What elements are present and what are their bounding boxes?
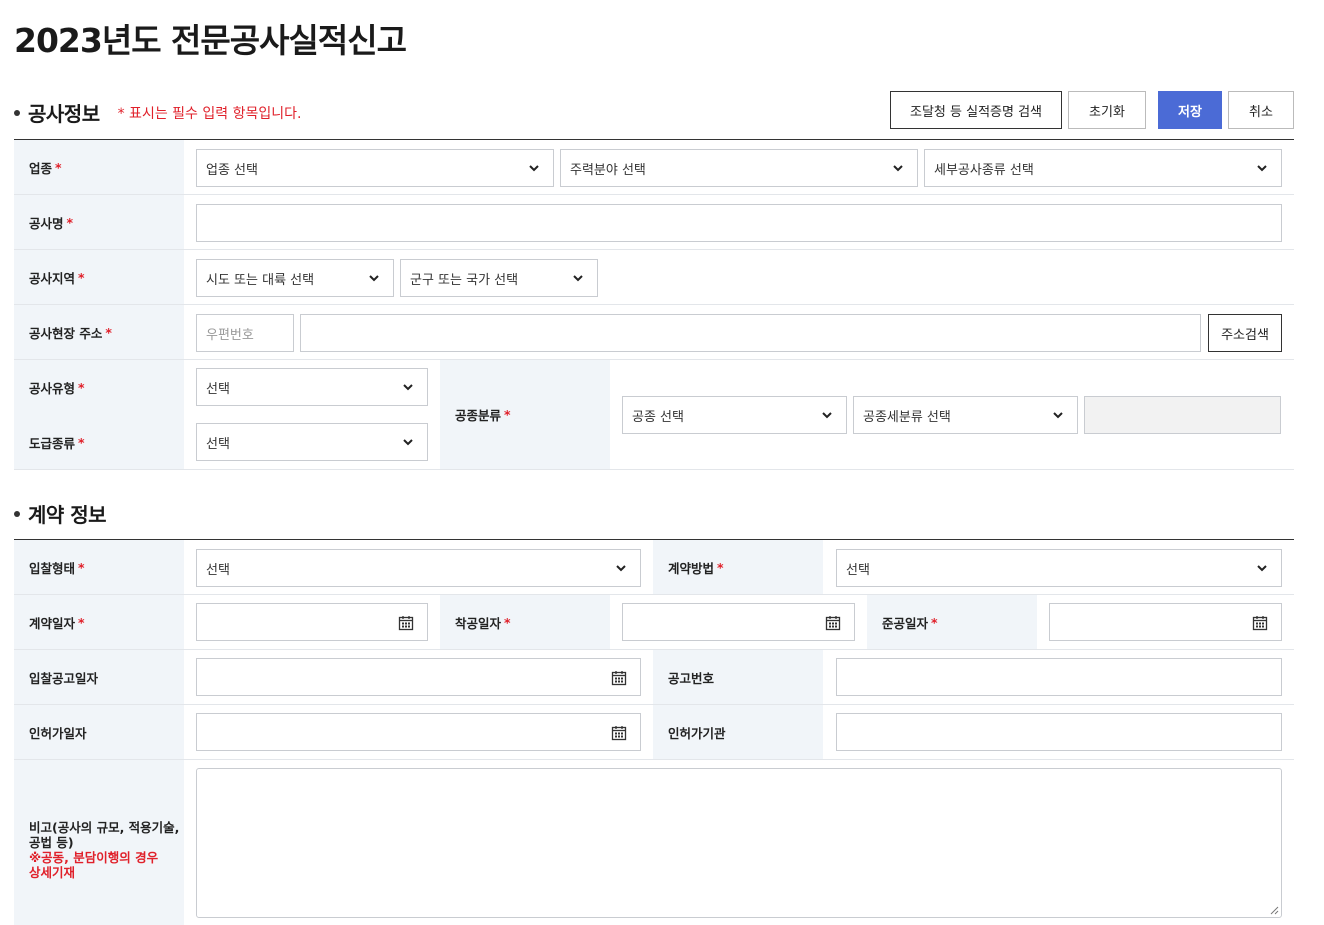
region-label: 공사지역 * xyxy=(14,250,184,304)
required-note: * 표시는 필수 입력 항목입니다. xyxy=(117,105,302,122)
bullet-icon xyxy=(14,510,20,517)
start-date-input[interactable] xyxy=(622,603,855,641)
industry-label: 업종 * xyxy=(14,140,184,194)
project-type-select[interactable]: 선택 xyxy=(196,368,428,406)
section-title: 계약 정보 xyxy=(28,503,107,527)
chevron-down-icon xyxy=(529,165,539,172)
chevron-down-icon xyxy=(616,565,626,572)
project-name-label: 공사명 * xyxy=(14,195,184,249)
end-date-label: 준공일자 * xyxy=(867,595,1037,649)
form-row-industry: 업종 * 업종 선택 주력분야 선택 세부공사종류 선택 xyxy=(14,140,1294,195)
performance-search-button[interactable]: 조달청 등 실적증명 검색 xyxy=(890,91,1062,129)
main-field-select[interactable]: 주력분야 선택 xyxy=(560,149,918,187)
form-row-notice: 입찰공고일자 공고번호 xyxy=(14,650,1294,705)
form-row-dates: 계약일자 * 착공일자 * 준공일자 * xyxy=(14,595,1294,650)
form-row-region: 공사지역 * 시도 또는 대륙 선택 군구 또는 국가 선택 xyxy=(14,250,1294,305)
notice-no-label: 공고번호 xyxy=(653,650,823,704)
form-row-address: 공사현장 주소 * 우편번호 주소검색 xyxy=(14,305,1294,360)
section-header-project: 공사정보 * 표시는 필수 입력 항목입니다. xyxy=(14,98,301,127)
work-class-label: 공종분류 * xyxy=(440,360,610,469)
industry-select[interactable]: 업종 선택 xyxy=(196,149,554,187)
section-header-contract: 계약 정보 xyxy=(14,499,107,528)
remarks-label: 비고(공사의 규모, 적용기술, 공법 등) ※공동, 분담이행의 경우 상세기… xyxy=(14,760,184,925)
permit-date-input[interactable] xyxy=(196,713,641,751)
work-class-code-field xyxy=(1084,396,1281,434)
resize-grip-icon[interactable] xyxy=(1270,906,1279,915)
start-date-label: 착공일자 * xyxy=(440,595,610,649)
notice-date-label: 입찰공고일자 xyxy=(14,650,184,704)
calendar-icon[interactable] xyxy=(398,615,414,631)
method-label: 계약방법 * xyxy=(653,540,823,594)
chevron-down-icon xyxy=(822,412,832,419)
bullet-icon xyxy=(14,109,20,116)
chevron-down-icon xyxy=(369,275,379,282)
reset-button[interactable]: 초기화 xyxy=(1068,91,1146,129)
chevron-down-icon xyxy=(893,165,903,172)
contract-method-select[interactable]: 선택 xyxy=(836,549,1282,587)
contract-kind-label: 도급종류 * xyxy=(14,415,184,469)
chevron-down-icon xyxy=(1053,412,1063,419)
address-input[interactable] xyxy=(300,314,1201,352)
remarks-textarea[interactable] xyxy=(196,768,1282,918)
permit-date-label: 인허가일자 xyxy=(14,705,184,759)
contract-date-input[interactable] xyxy=(196,603,428,641)
bid-type-label: 입찰형태 * xyxy=(14,540,184,594)
project-name-input[interactable] xyxy=(196,204,1282,242)
district-select[interactable]: 군구 또는 국가 선택 xyxy=(400,259,598,297)
chevron-down-icon xyxy=(403,439,413,446)
calendar-icon[interactable] xyxy=(611,670,627,686)
form-row-remarks: 비고(공사의 규모, 적용기술, 공법 등) ※공동, 분담이행의 경우 상세기… xyxy=(14,760,1294,925)
contract-kind-select[interactable]: 선택 xyxy=(196,423,428,461)
chevron-down-icon xyxy=(573,275,583,282)
form-row-project-name: 공사명 * xyxy=(14,195,1294,250)
chevron-down-icon xyxy=(403,384,413,391)
form-row-bid: 입찰형태 * 선택 계약방법 * 선택 xyxy=(14,540,1294,595)
notice-no-input[interactable] xyxy=(836,658,1282,696)
chevron-down-icon xyxy=(1257,165,1267,172)
end-date-input[interactable] xyxy=(1049,603,1282,641)
address-label: 공사현장 주소 * xyxy=(14,305,184,359)
cancel-button[interactable]: 취소 xyxy=(1228,91,1294,129)
save-button[interactable]: 저장 xyxy=(1158,91,1222,129)
permit-org-label: 인허가기관 xyxy=(653,705,823,759)
section-title: 공사정보 xyxy=(28,102,100,126)
notice-date-input[interactable] xyxy=(196,658,641,696)
calendar-icon[interactable] xyxy=(1252,615,1268,631)
page-title: 2023년도 전문공사실적신고 xyxy=(14,21,407,60)
chevron-down-icon xyxy=(1257,565,1267,572)
calendar-icon[interactable] xyxy=(611,725,627,741)
province-select[interactable]: 시도 또는 대륙 선택 xyxy=(196,259,394,297)
calendar-icon[interactable] xyxy=(825,615,841,631)
zipcode-input[interactable]: 우편번호 xyxy=(196,314,294,352)
address-search-button[interactable]: 주소검색 xyxy=(1208,314,1282,352)
form-row-permit: 인허가일자 인허가기관 xyxy=(14,705,1294,760)
type-label: 공사유형 * xyxy=(14,360,184,415)
work-subclass-select[interactable]: 공종세분류 선택 xyxy=(853,396,1078,434)
contract-date-label: 계약일자 * xyxy=(14,595,184,649)
bid-type-select[interactable]: 선택 xyxy=(196,549,641,587)
work-class-select[interactable]: 공종 선택 xyxy=(622,396,847,434)
permit-org-input[interactable] xyxy=(836,713,1282,751)
detail-type-select[interactable]: 세부공사종류 선택 xyxy=(924,149,1282,187)
